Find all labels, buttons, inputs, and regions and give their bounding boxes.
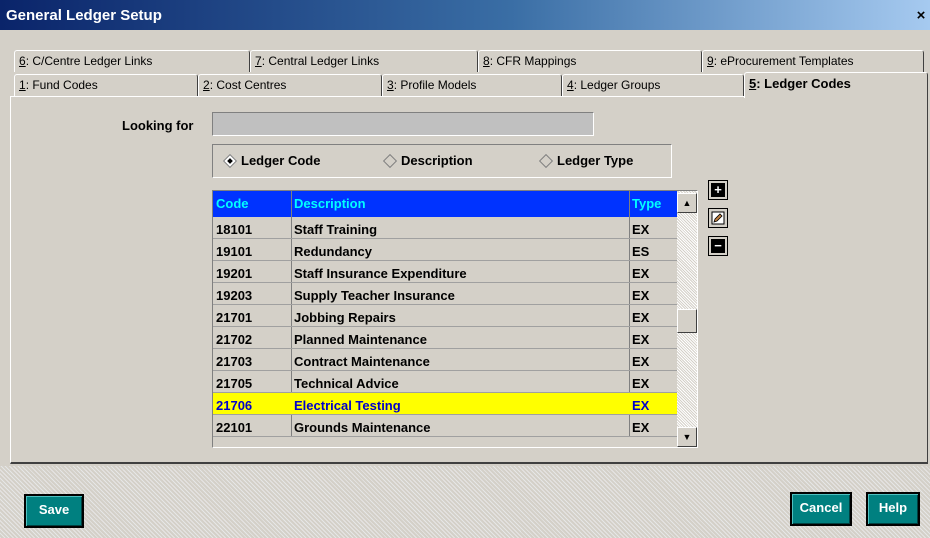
tab-label: : Cost Centres [209,78,287,92]
tab-label: : Ledger Codes [756,76,851,91]
vertical-scrollbar[interactable]: ▲ ▼ [677,191,697,447]
plus-icon: + [711,183,725,197]
column-header-code[interactable]: Code [216,196,249,211]
cell-description: Jobbing Repairs [294,310,396,325]
radio-unselected-icon [382,153,398,169]
cell-description: Staff Training [294,222,378,237]
close-icon[interactable]: × [914,8,928,24]
cell-code: 19101 [216,244,253,259]
cell-type: EX [632,420,650,435]
tab-label: : Central Ledger Links [261,54,380,68]
cell-code: 21706 [216,398,253,413]
looking-for-label: Looking for [122,118,194,133]
looking-for-input[interactable] [212,112,594,136]
tab-label: : Ledger Groups [573,78,661,92]
help-button[interactable]: Help [866,492,920,526]
table-row[interactable]: 21701 Jobbing Repairs EX [213,305,677,327]
column-header-type[interactable]: Type [632,196,661,211]
table-row[interactable]: 19203 Supply Teacher Insurance EX [213,283,677,305]
cell-code: 22101 [216,420,253,435]
tab-key: 3 [387,78,394,92]
cell-description: Supply Teacher Insurance [294,288,455,303]
radio-selected-icon [222,153,238,169]
cell-code: 18101 [216,222,253,237]
tab-cfr-mappings[interactable]: 8: CFR Mappings [478,50,702,72]
column-header-description[interactable]: Description [294,196,366,211]
cell-code: 21703 [216,354,253,369]
cell-code: 21702 [216,332,253,347]
cell-type: EX [632,354,650,369]
radio-label: Ledger Type [557,153,634,168]
tab-label: : C/Centre Ledger Links [25,54,153,68]
scroll-up-icon[interactable]: ▲ [677,193,697,213]
cell-code: 19203 [216,288,253,303]
search-by-group: Ledger Code Description Ledger Type [212,144,672,178]
cell-type: EX [632,376,650,391]
tab-fund-codes[interactable]: 1: Fund Codes [14,74,198,96]
pencil-icon [711,211,725,225]
cell-code: 21701 [216,310,253,325]
tab-profile-models[interactable]: 3: Profile Models [382,74,562,96]
radio-label: Ledger Code [241,153,321,168]
tab-label: : Fund Codes [25,78,98,92]
radio-description[interactable]: Description [382,153,473,169]
add-record-button[interactable]: + [708,180,728,200]
cell-description: Grounds Maintenance [294,420,431,435]
scroll-thumb[interactable] [677,309,697,333]
cell-type: ES [632,244,650,259]
cell-type: EX [632,288,650,303]
ledger-codes-grid: Code Description Type 18101 Staff Trainin… [212,190,698,448]
grid-header: Code Description Type [213,191,677,217]
cell-description: Contract Maintenance [294,354,430,369]
tab-central-ledger-links[interactable]: 7: Central Ledger Links [250,50,478,72]
tab-ledger-codes[interactable]: 5: Ledger Codes [744,72,928,98]
cell-code: 19201 [216,266,253,281]
table-row[interactable]: 18101 Staff Training EX [213,217,677,239]
tab-key: 4 [567,78,574,92]
tab-label: : CFR Mappings [489,54,577,68]
tab-key: 2 [203,78,210,92]
tab-cost-centres[interactable]: 2: Cost Centres [198,74,382,96]
cancel-button[interactable]: Cancel [790,492,852,526]
cell-type: EX [632,398,650,413]
table-row[interactable]: 19101 Redundancy ES [213,239,677,261]
cell-type: EX [632,310,650,325]
edit-record-button[interactable] [708,208,728,228]
minus-icon: − [711,239,725,253]
table-row[interactable]: 21703 Contract Maintenance EX [213,349,677,371]
radio-label: Description [401,153,473,168]
cell-description: Redundancy [294,244,373,259]
cell-description: Technical Advice [294,376,399,391]
cell-description: Staff Insurance Expenditure [294,266,467,281]
cell-type: EX [632,332,650,347]
tab-cc-ledger-links[interactable]: 6: C/Centre Ledger Links [14,50,250,72]
tab-eprocurement-templates[interactable]: 9: eProcurement Templates [702,50,924,72]
delete-record-button[interactable]: − [708,236,728,256]
scroll-down-icon[interactable]: ▼ [677,427,697,447]
window-title: General Ledger Setup [6,7,162,24]
cell-description: Planned Maintenance [294,332,427,347]
table-row[interactable]: 21705 Technical Advice EX [213,371,677,393]
tab-ledger-groups[interactable]: 4: Ledger Groups [562,74,744,96]
save-button[interactable]: Save [24,494,84,528]
cell-type: EX [632,222,650,237]
cell-code: 21705 [216,376,253,391]
radio-unselected-icon [538,153,554,169]
table-row[interactable]: 19201 Staff Insurance Expenditure EX [213,261,677,283]
radio-ledger-type[interactable]: Ledger Type [538,153,634,169]
tab-key: 8 [483,54,490,68]
table-row[interactable]: 21702 Planned Maintenance EX [213,327,677,349]
tab-key: 7 [255,54,262,68]
tab-key: 6 [19,54,26,68]
tab-key: 9 [707,54,714,68]
table-row-selected[interactable]: 21706 Electrical Testing EX [213,393,677,415]
table-row[interactable]: 22101 Grounds Maintenance EX [213,415,677,437]
tab-key: 1 [19,78,26,92]
cell-type: EX [632,266,650,281]
window-titlebar: General Ledger Setup [0,0,930,30]
tab-label: : eProcurement Templates [713,54,854,68]
tab-label: : Profile Models [393,78,477,92]
radio-ledger-code[interactable]: Ledger Code [222,153,321,169]
cell-description: Electrical Testing [294,398,401,413]
